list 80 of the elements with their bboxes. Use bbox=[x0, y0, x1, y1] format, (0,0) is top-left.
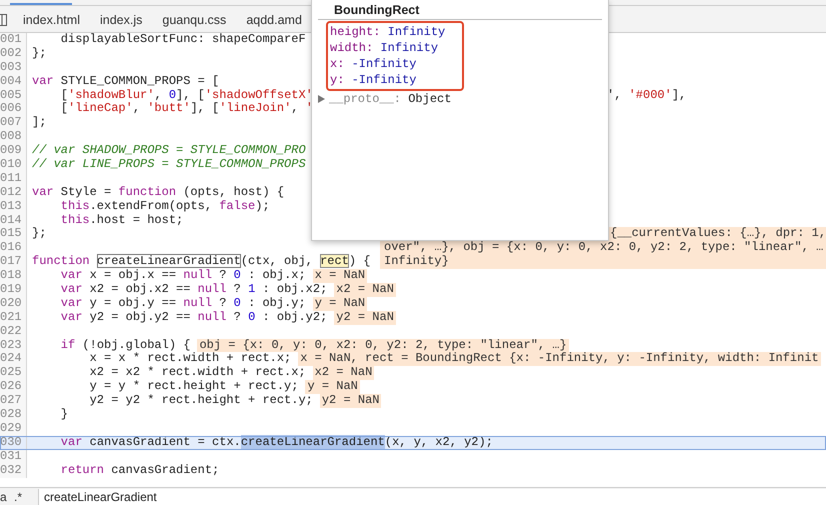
code-line: // var SHADOW_PROPS = STYLE_COMMON_PRO bbox=[32, 144, 306, 158]
line-number: 026 bbox=[0, 380, 27, 394]
line-number: 001 bbox=[0, 33, 27, 47]
code-line: x2 = x2 * rect.width + rect.x; bbox=[88, 366, 306, 380]
line-number: 006 bbox=[0, 102, 27, 116]
line-number: 010 bbox=[0, 158, 27, 172]
regex-toggle[interactable]: .* bbox=[10, 490, 26, 504]
code-line: var y = obj.y == null ? 0 : obj.y; bbox=[60, 296, 306, 311]
code-line: } bbox=[60, 408, 68, 422]
line-number: 028 bbox=[0, 408, 27, 422]
inline-value: y = NaN bbox=[312, 296, 368, 311]
code-line: var y2 = obj.y2 == null ? 0 : obj.y2; bbox=[60, 310, 328, 325]
code-line: // var LINE_PROPS = STYLE_COMMON_PROPS bbox=[32, 158, 306, 172]
line-number: 031 bbox=[0, 450, 27, 464]
inline-value: obj = {x: 0, y: 0, x2: 0, y2: 2, type: "linear", …} bbox=[197, 338, 569, 352]
code-fragment: ', '#000'], bbox=[607, 88, 686, 102]
inline-value: y2 = NaN bbox=[334, 310, 396, 325]
file-tab[interactable]: index.html bbox=[19, 12, 96, 26]
code-line: return canvasGradient; bbox=[60, 464, 220, 478]
line-number: 023 bbox=[0, 338, 27, 352]
line-number: 019 bbox=[0, 283, 27, 297]
inline-value: y = NaN bbox=[305, 380, 360, 394]
search-field[interactable]: createLinearGradient bbox=[38, 488, 826, 504]
code-line: function createLinearGradient(ctx, obj, rect) { bbox=[32, 255, 370, 269]
inline-value: x2 = NaN bbox=[312, 366, 374, 380]
inline-value: x = NaN bbox=[312, 269, 368, 284]
code-line: }; bbox=[32, 46, 46, 61]
line-number: 013 bbox=[0, 200, 27, 214]
file-tab[interactable]: index.js bbox=[96, 12, 158, 26]
expand-triangle-icon[interactable] bbox=[318, 95, 325, 103]
line-number: 011 bbox=[0, 172, 27, 186]
code-line: x = x * rect.width + rect.x; bbox=[88, 352, 292, 366]
code-line: ['lineCap', 'butt'], ['lineJoin', ' bbox=[60, 102, 313, 116]
code-line: y2 = y2 * rect.height + rect.y; bbox=[88, 394, 313, 408]
match-case-toggle[interactable]: a bbox=[0, 490, 10, 504]
code-line: var x = obj.x == null ? 0 : obj.x; bbox=[60, 269, 306, 283]
code-line: var Style = function (opts, host) { bbox=[32, 186, 284, 200]
line-number: 014 bbox=[0, 214, 27, 228]
code-line: var canvasGradient = ctx.createLinearGradient(x, y, x2, y2); bbox=[60, 436, 493, 450]
line-number: 018 bbox=[0, 269, 27, 284]
code-line: displayableSortFunc: shapeCompareF bbox=[60, 33, 306, 47]
line-number: 017 bbox=[0, 255, 27, 270]
popover-title: BoundingRect bbox=[333, 2, 420, 18]
line-number: 029 bbox=[0, 422, 27, 436]
object-property: y: -Infinity bbox=[330, 72, 416, 88]
line-number: 027 bbox=[0, 394, 27, 408]
line-number: 007 bbox=[0, 116, 27, 130]
line-number: 032 bbox=[0, 464, 27, 478]
line-number: 009 bbox=[0, 144, 27, 158]
line-number: 016 bbox=[0, 241, 27, 256]
code-line: ]; bbox=[32, 116, 46, 130]
line-number: 003 bbox=[0, 60, 27, 75]
line-number: 021 bbox=[0, 310, 27, 325]
line-number: 022 bbox=[0, 324, 27, 339]
inline-value: x2 = NaN bbox=[334, 283, 396, 297]
line-number: 020 bbox=[0, 296, 27, 311]
file-tab[interactable]: guanqu.css bbox=[158, 12, 242, 26]
line-number: 005 bbox=[0, 88, 27, 102]
line-number: 024 bbox=[0, 352, 27, 366]
object-property: width: Infinity bbox=[330, 40, 438, 56]
code-line: }; bbox=[32, 227, 46, 242]
line-number: 002 bbox=[0, 46, 27, 61]
code-line: this.extendFrom(opts, false); bbox=[60, 200, 270, 214]
code-line: var STYLE_COMMON_PROPS = [ bbox=[32, 74, 220, 89]
code-line: if (!obj.global) { bbox=[60, 338, 190, 352]
code-line: y = y * rect.height + rect.y; bbox=[88, 380, 298, 394]
line-number: 008 bbox=[0, 130, 27, 144]
object-property: height: Infinity bbox=[330, 24, 446, 40]
object-property: x: -Infinity bbox=[330, 56, 416, 72]
code-line: var x2 = obj.x2 == null ? 1 : obj.x2; bbox=[60, 283, 328, 297]
code-line: this.host = host; bbox=[60, 214, 184, 228]
object-property[interactable]: __proto__: Object bbox=[329, 91, 452, 107]
line-number: 004 bbox=[0, 74, 27, 89]
line-number: 012 bbox=[0, 186, 27, 200]
inline-value: x = NaN, rect = BoundingRect {x: -Infinity, y: -Infinity, width: Infinit bbox=[298, 352, 821, 366]
line-number: 025 bbox=[0, 366, 27, 380]
inline-value: y2 = NaN bbox=[320, 394, 382, 408]
code-line: ['shadowBlur', 0], ['shadowOffsetX' bbox=[60, 88, 313, 102]
panel-toggle-icon[interactable] bbox=[0, 14, 7, 26]
line-number: 015 bbox=[0, 227, 27, 242]
